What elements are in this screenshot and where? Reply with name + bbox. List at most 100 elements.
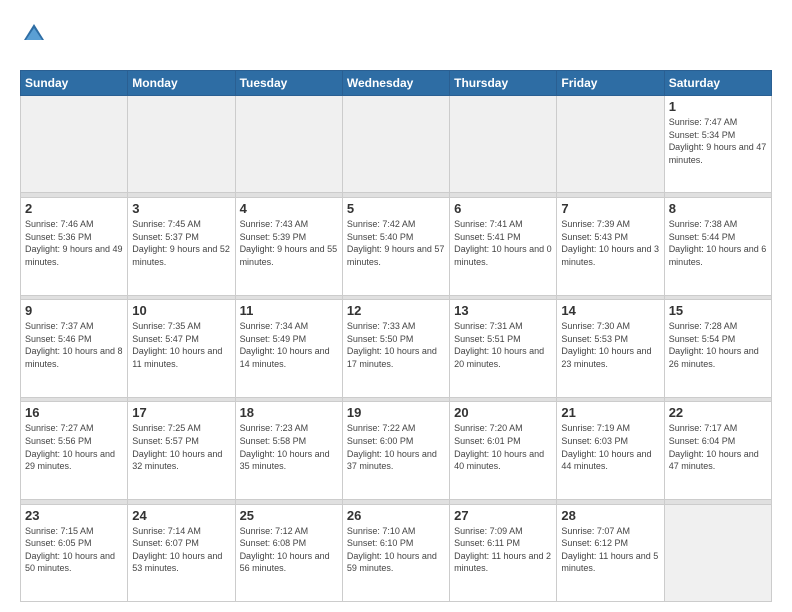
day-info: Sunrise: 7:15 AM Sunset: 6:05 PM Dayligh… [25, 525, 123, 575]
col-saturday: Saturday [664, 71, 771, 96]
day-cell: 16 Sunrise: 7:27 AM Sunset: 5:56 PM Dayli… [21, 402, 128, 499]
day-number: 17 [132, 405, 230, 420]
day-number: 13 [454, 303, 552, 318]
day-cell: 3 Sunrise: 7:45 AM Sunset: 5:37 PM Daylig… [128, 198, 235, 295]
week-row-5: 23Sunrise: 7:15 AM Sunset: 6:05 PM Dayli… [21, 504, 772, 601]
day-number: 5 [347, 201, 445, 216]
day-info: Sunrise: 7:37 AM Sunset: 5:46 PM Dayligh… [25, 320, 123, 370]
day-info: Sunrise: 7:39 AM Sunset: 5:43 PM Dayligh… [561, 218, 659, 268]
day-number: 14 [561, 303, 659, 318]
day-info: Sunrise: 7:28 AM Sunset: 5:54 PM Dayligh… [669, 320, 767, 370]
col-tuesday: Tuesday [235, 71, 342, 96]
day-info: Sunrise: 7:46 AM Sunset: 5:36 PM Dayligh… [25, 218, 123, 268]
week-row-2: 2Sunrise: 7:46 AM Sunset: 5:36 PM Daylig… [21, 198, 772, 295]
day-number: 1 [669, 99, 767, 114]
day-cell: 8 Sunrise: 7:38 AM Sunset: 5:44 PM Daylig… [664, 198, 771, 295]
day-cell: 2Sunrise: 7:46 AM Sunset: 5:36 PM Daylig… [21, 198, 128, 295]
day-number: 27 [454, 508, 552, 523]
day-number: 12 [347, 303, 445, 318]
day-number: 20 [454, 405, 552, 420]
day-number: 24 [132, 508, 230, 523]
day-number: 8 [669, 201, 767, 216]
day-info: Sunrise: 7:27 AM Sunset: 5:56 PM Dayligh… [25, 422, 123, 472]
day-cell: 13Sunrise: 7:31 AM Sunset: 5:51 PM Dayli… [450, 300, 557, 397]
day-info: Sunrise: 7:45 AM Sunset: 5:37 PM Dayligh… [132, 218, 230, 268]
day-info: Sunrise: 7:09 AM Sunset: 6:11 PM Dayligh… [454, 525, 552, 575]
day-cell: 22 Sunrise: 7:17 AM Sunset: 6:04 PM Dayli… [664, 402, 771, 499]
day-number: 9 [25, 303, 123, 318]
day-number: 6 [454, 201, 552, 216]
day-info: Sunrise: 7:10 AM Sunset: 6:10 PM Dayligh… [347, 525, 445, 575]
day-number: 3 [132, 201, 230, 216]
day-number: 16 [25, 405, 123, 420]
day-cell: 12 Sunrise: 7:33 AM Sunset: 5:50 PM Dayli… [342, 300, 449, 397]
day-cell: 1 Sunrise: 7:47 AM Sunset: 5:34 PM Daylig… [664, 96, 771, 193]
day-number: 11 [240, 303, 338, 318]
calendar-table: Sunday Monday Tuesday Wednesday Thursday… [20, 70, 772, 602]
logo [20, 22, 48, 62]
week-row-4: 16 Sunrise: 7:27 AM Sunset: 5:56 PM Dayli… [21, 402, 772, 499]
day-cell: 15 Sunrise: 7:28 AM Sunset: 5:54 PM Dayli… [664, 300, 771, 397]
day-number: 18 [240, 405, 338, 420]
day-info: Sunrise: 7:42 AM Sunset: 5:40 PM Dayligh… [347, 218, 445, 268]
col-wednesday: Wednesday [342, 71, 449, 96]
day-cell [235, 96, 342, 193]
day-info: Sunrise: 7:25 AM Sunset: 5:57 PM Dayligh… [132, 422, 230, 472]
day-cell: 4 Sunrise: 7:43 AM Sunset: 5:39 PM Daylig… [235, 198, 342, 295]
day-cell: 11 Sunrise: 7:34 AM Sunset: 5:49 PM Dayli… [235, 300, 342, 397]
day-number: 25 [240, 508, 338, 523]
col-sunday: Sunday [21, 71, 128, 96]
day-cell: 9 Sunrise: 7:37 AM Sunset: 5:46 PM Daylig… [21, 300, 128, 397]
day-cell: 27 Sunrise: 7:09 AM Sunset: 6:11 PM Dayli… [450, 504, 557, 601]
day-cell: 6 Sunrise: 7:41 AM Sunset: 5:41 PM Daylig… [450, 198, 557, 295]
col-thursday: Thursday [450, 71, 557, 96]
logo-icon [22, 22, 46, 42]
day-cell: 14Sunrise: 7:30 AM Sunset: 5:53 PM Dayli… [557, 300, 664, 397]
day-info: Sunrise: 7:07 AM Sunset: 6:12 PM Dayligh… [561, 525, 659, 575]
day-info: Sunrise: 7:19 AM Sunset: 6:03 PM Dayligh… [561, 422, 659, 472]
day-cell: 26Sunrise: 7:10 AM Sunset: 6:10 PM Dayli… [342, 504, 449, 601]
day-info: Sunrise: 7:47 AM Sunset: 5:34 PM Dayligh… [669, 116, 767, 166]
col-monday: Monday [128, 71, 235, 96]
day-cell: 28 Sunrise: 7:07 AM Sunset: 6:12 PM Dayli… [557, 504, 664, 601]
day-cell: 21 Sunrise: 7:19 AM Sunset: 6:03 PM Dayli… [557, 402, 664, 499]
day-cell [342, 96, 449, 193]
day-info: Sunrise: 7:20 AM Sunset: 6:01 PM Dayligh… [454, 422, 552, 472]
day-info: Sunrise: 7:12 AM Sunset: 6:08 PM Dayligh… [240, 525, 338, 575]
day-number: 4 [240, 201, 338, 216]
day-cell: 19 Sunrise: 7:22 AM Sunset: 6:00 PM Dayli… [342, 402, 449, 499]
day-number: 19 [347, 405, 445, 420]
day-info: Sunrise: 7:41 AM Sunset: 5:41 PM Dayligh… [454, 218, 552, 268]
day-cell [664, 504, 771, 601]
day-number: 15 [669, 303, 767, 318]
day-info: Sunrise: 7:33 AM Sunset: 5:50 PM Dayligh… [347, 320, 445, 370]
day-info: Sunrise: 7:43 AM Sunset: 5:39 PM Dayligh… [240, 218, 338, 268]
day-cell [21, 96, 128, 193]
day-cell: 18 Sunrise: 7:23 AM Sunset: 5:58 PM Dayli… [235, 402, 342, 499]
day-number: 22 [669, 405, 767, 420]
page: Sunday Monday Tuesday Wednesday Thursday… [0, 0, 792, 612]
day-number: 28 [561, 508, 659, 523]
week-row-3: 9 Sunrise: 7:37 AM Sunset: 5:46 PM Daylig… [21, 300, 772, 397]
day-info: Sunrise: 7:14 AM Sunset: 6:07 PM Dayligh… [132, 525, 230, 575]
day-info: Sunrise: 7:17 AM Sunset: 6:04 PM Dayligh… [669, 422, 767, 472]
day-cell [128, 96, 235, 193]
weekday-header-row: Sunday Monday Tuesday Wednesday Thursday… [21, 71, 772, 96]
day-info: Sunrise: 7:23 AM Sunset: 5:58 PM Dayligh… [240, 422, 338, 472]
day-cell [557, 96, 664, 193]
day-info: Sunrise: 7:22 AM Sunset: 6:00 PM Dayligh… [347, 422, 445, 472]
day-cell: 10 Sunrise: 7:35 AM Sunset: 5:47 PM Dayli… [128, 300, 235, 397]
day-cell: 5 Sunrise: 7:42 AM Sunset: 5:40 PM Daylig… [342, 198, 449, 295]
day-cell: 7Sunrise: 7:39 AM Sunset: 5:43 PM Daylig… [557, 198, 664, 295]
day-info: Sunrise: 7:34 AM Sunset: 5:49 PM Dayligh… [240, 320, 338, 370]
day-cell: 24 Sunrise: 7:14 AM Sunset: 6:07 PM Dayli… [128, 504, 235, 601]
day-number: 10 [132, 303, 230, 318]
day-info: Sunrise: 7:38 AM Sunset: 5:44 PM Dayligh… [669, 218, 767, 268]
day-cell: 25 Sunrise: 7:12 AM Sunset: 6:08 PM Dayli… [235, 504, 342, 601]
day-info: Sunrise: 7:35 AM Sunset: 5:47 PM Dayligh… [132, 320, 230, 370]
week-row-1: 1 Sunrise: 7:47 AM Sunset: 5:34 PM Daylig… [21, 96, 772, 193]
header [20, 18, 772, 62]
day-cell: 20 Sunrise: 7:20 AM Sunset: 6:01 PM Dayli… [450, 402, 557, 499]
day-cell: 17 Sunrise: 7:25 AM Sunset: 5:57 PM Dayli… [128, 402, 235, 499]
day-number: 21 [561, 405, 659, 420]
